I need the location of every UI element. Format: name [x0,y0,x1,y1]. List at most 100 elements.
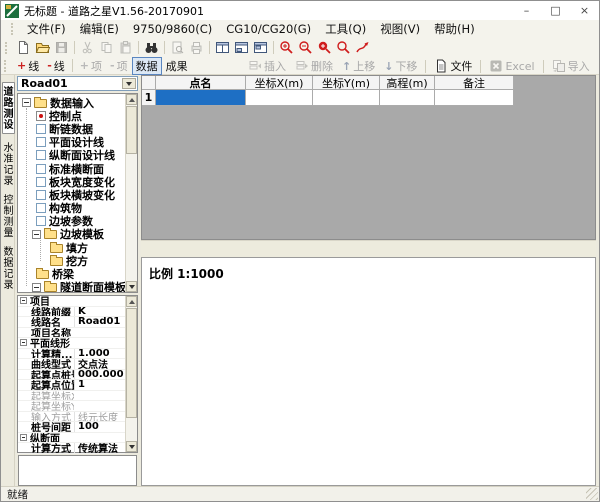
tree-item-cut[interactable]: 挖方 [18,254,137,267]
properties-scrollbar[interactable] [125,296,137,452]
minimize-button[interactable]: – [512,1,541,20]
menu-edit[interactable]: 编辑(E) [73,20,126,38]
checkbox-icon[interactable] [36,164,46,174]
tree-item-tunnel-template[interactable]: 隧道断面模板 [18,281,137,293]
insert-row-button[interactable]: 插入 [244,57,290,75]
scroll-up-button[interactable] [126,94,137,105]
checkbox-icon[interactable] [36,203,46,213]
tab-level-record[interactable]: 水准记录 [1,142,14,186]
window-pane-bottom-button[interactable] [232,39,251,56]
scrollbar-thumb[interactable] [126,106,137,154]
property-row-start-y[interactable]: 起算坐标Y [18,401,125,412]
checkbox-icon[interactable] [36,190,46,200]
remove-line-button[interactable]: -线 [43,57,69,75]
cell-point-name-selected[interactable] [156,90,246,106]
checkbox-icon[interactable] [36,124,46,134]
checkbox-icon[interactable] [36,137,46,147]
property-group-plan-alignment[interactable]: 平面线形 [18,338,125,349]
cut-button[interactable] [78,39,97,56]
combobox-dropdown-button[interactable] [122,78,136,89]
drawing-canvas[interactable]: 比例 1:1000 [141,257,596,486]
menu-view[interactable]: 视图(V) [373,20,427,38]
column-header-point-name[interactable]: 点名 [156,76,246,90]
new-file-button[interactable] [14,39,33,56]
radio-selected-icon[interactable] [36,111,46,121]
export-button[interactable]: 导出 [595,57,600,75]
zoom-window-button[interactable] [315,39,334,56]
zoom-out-button[interactable] [296,39,315,56]
collapse-icon[interactable] [20,339,27,346]
cell-coord-x[interactable] [246,90,313,106]
table-corner-cell[interactable] [142,76,156,90]
property-row-line-prefix[interactable]: 线路前缀K [18,307,125,318]
collapse-icon[interactable] [32,230,41,239]
tab-control-survey[interactable]: 控制测量 [1,194,14,238]
row-number-cell[interactable]: 1 [142,90,156,106]
delete-row-button[interactable]: 删除 [291,57,337,75]
checkbox-icon[interactable] [36,150,46,160]
menu-9750-9860[interactable]: 9750/9860(C) [126,21,219,37]
close-button[interactable]: × [570,1,599,20]
property-row-calc-method[interactable]: 计算方式传统算法 [18,443,125,454]
tab-data-record[interactable]: 数据记录 [1,246,14,290]
zoom-in-button[interactable] [277,39,296,56]
property-row-start-x[interactable]: 起算坐标X [18,391,125,402]
property-row-calc-precision[interactable]: 计算精...1.000 [18,349,125,360]
window-split-button[interactable] [213,39,232,56]
column-header-remark[interactable]: 备注 [435,76,514,90]
collapse-icon[interactable] [22,98,31,107]
road-select-combobox[interactable]: Road01 [17,76,138,91]
add-item-button[interactable]: +项 [76,57,106,75]
scroll-down-button[interactable] [126,441,137,452]
window-pane-small-button[interactable] [251,39,270,56]
resize-grip[interactable] [586,488,598,500]
collapse-icon[interactable] [32,283,41,292]
print-preview-button[interactable] [168,39,187,56]
pan-button[interactable] [353,39,372,56]
paste-button[interactable] [116,39,135,56]
print-button[interactable] [187,39,206,56]
cell-elevation[interactable] [380,90,435,106]
maximize-button[interactable]: □ [541,1,570,20]
collapse-icon[interactable] [20,434,27,441]
menu-file[interactable]: 文件(F) [20,20,73,38]
column-header-coord-y[interactable]: 坐标Y(m) [313,76,380,90]
move-up-button[interactable]: ↑上移 [338,57,379,75]
move-down-button[interactable]: ↓下移 [380,57,421,75]
data-view-toggle[interactable]: 数据 [132,57,162,75]
find-button[interactable] [142,39,161,56]
checkbox-icon[interactable] [36,216,46,226]
panel-splitter[interactable] [141,240,596,257]
property-row-input-mode[interactable]: 输入方式线元长度 [18,412,125,423]
scrollbar-thumb[interactable] [126,308,137,418]
tree-scrollbar[interactable] [125,94,137,292]
excel-button[interactable]: Excel [485,58,538,74]
scroll-down-button[interactable] [126,281,137,292]
save-file-button[interactable] [52,39,71,56]
menu-help[interactable]: 帮助(H) [427,20,482,38]
property-group-project[interactable]: 项目 [18,296,125,307]
copy-button[interactable] [97,39,116,56]
scroll-up-button[interactable] [126,296,137,307]
menu-cg10-cg20[interactable]: CG10/CG20(G) [219,21,318,37]
add-line-button[interactable]: +线 [13,57,43,75]
remove-item-button[interactable]: -项 [106,57,132,75]
column-header-coord-x[interactable]: 坐标X(m) [246,76,313,90]
column-header-elevation[interactable]: 高程(m) [380,76,435,90]
property-row-curve-type[interactable]: 曲线型式交点法 [18,359,125,370]
cell-remark[interactable] [435,90,514,106]
collapse-icon[interactable] [20,297,27,304]
cell-coord-y[interactable] [313,90,380,106]
open-file-button[interactable] [33,39,52,56]
property-row-start-position[interactable]: 起算点位置1 [18,380,125,391]
property-group-profile[interactable]: 纵断面 [18,433,125,444]
tab-road-survey[interactable]: 道路测设 [2,82,15,134]
zoom-full-button[interactable] [334,39,353,56]
checkbox-icon[interactable] [36,177,46,187]
menu-tools[interactable]: 工具(Q) [318,20,373,38]
import-button[interactable]: 导入 [548,57,594,75]
property-row-line-name[interactable]: 线路名Road01 [18,317,125,328]
property-row-station-interval[interactable]: 桩号间距100 [18,422,125,433]
result-view-toggle[interactable]: 成果 [162,57,192,75]
property-row-start-station[interactable]: 起算点桩号000.000 [18,370,125,381]
